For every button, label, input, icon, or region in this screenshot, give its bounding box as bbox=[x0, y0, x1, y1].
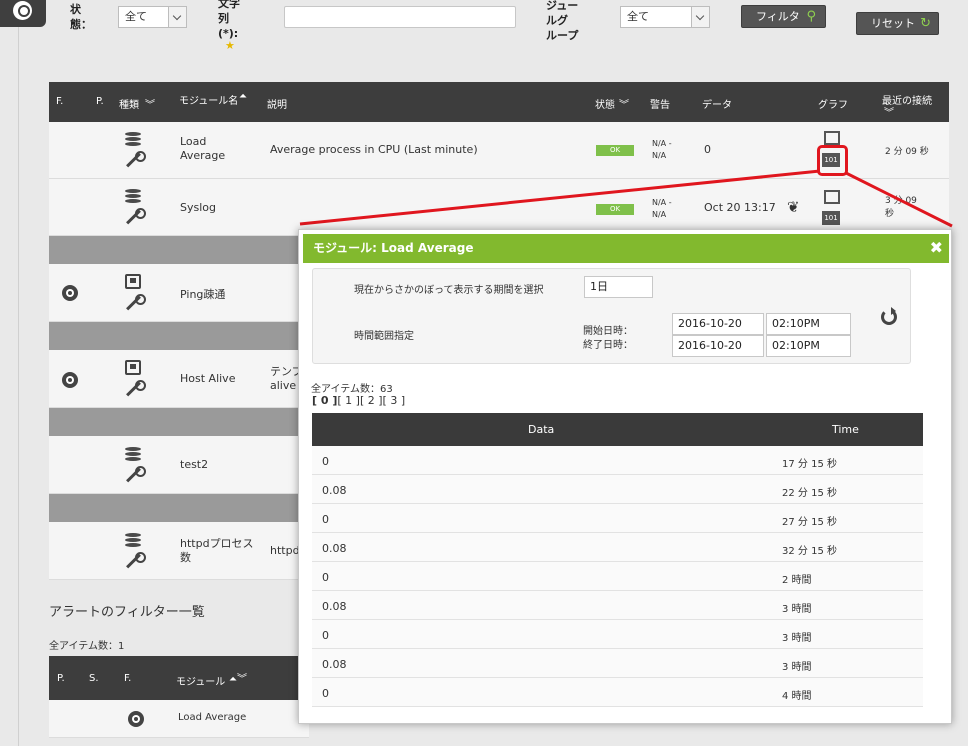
time-value: 2 時間 bbox=[782, 575, 812, 586]
data-value: 0 bbox=[322, 629, 329, 642]
time-value: 3 時間 bbox=[782, 662, 812, 673]
page-3[interactable]: [ 3 ] bbox=[383, 394, 406, 407]
time-value: 22 分 15 秒 bbox=[782, 488, 837, 499]
modal-title: モジュール: Load Average bbox=[313, 241, 474, 255]
total-items: 全アイテム数：63 bbox=[311, 384, 393, 395]
data-row: 0 17 分 15 秒 bbox=[312, 446, 923, 475]
end-label: 終了日時： bbox=[583, 340, 633, 351]
end-time-input[interactable]: 02:10PM bbox=[766, 335, 851, 357]
period-form: 現在からさかのぼって表示する期間を選択 1日 時間範囲指定 開始日時： 終了日時… bbox=[312, 268, 911, 364]
data-row: 0.08 3 時間 bbox=[312, 649, 923, 678]
data-value: 0 bbox=[322, 687, 329, 700]
data-table-header: Data Time bbox=[312, 413, 923, 446]
data-row: 0 4 時間 bbox=[312, 678, 923, 707]
callout-highlight bbox=[817, 145, 848, 176]
time-value: 27 分 15 秒 bbox=[782, 517, 837, 528]
start-time-input[interactable]: 02:10PM bbox=[766, 313, 851, 335]
module-data-modal: モジュール: Load Average ✖ 現在からさかのぼって表示する期間を選… bbox=[298, 229, 952, 724]
time-value: 17 分 15 秒 bbox=[782, 459, 837, 470]
end-date-input[interactable]: 2016-10-20 bbox=[672, 335, 764, 357]
time-value: 3 時間 bbox=[782, 604, 812, 615]
data-value: 0 bbox=[322, 455, 329, 468]
time-value: 32 分 15 秒 bbox=[782, 546, 837, 557]
modal-title-bar: モジュール: Load Average ✖ bbox=[303, 234, 949, 263]
page-1[interactable]: [ 1 ] bbox=[337, 394, 360, 407]
data-value: 0.08 bbox=[322, 542, 347, 555]
data-row: 0.08 22 分 15 秒 bbox=[312, 475, 923, 504]
period-label: 現在からさかのぼって表示する期間を選択 bbox=[354, 285, 544, 296]
data-row: 0.08 32 分 15 秒 bbox=[312, 533, 923, 562]
data-row: 0.08 3 時間 bbox=[312, 591, 923, 620]
time-value: 3 時間 bbox=[782, 633, 812, 644]
data-value: 0 bbox=[322, 571, 329, 584]
col-data: Data bbox=[528, 423, 555, 436]
data-value: 0.08 bbox=[322, 600, 347, 613]
page-0[interactable]: [ 0 ] bbox=[312, 394, 337, 407]
data-row: 0 3 時間 bbox=[312, 620, 923, 649]
data-row: 0 2 時間 bbox=[312, 562, 923, 591]
data-row: 0 27 分 15 秒 bbox=[312, 504, 923, 533]
range-label: 時間範囲指定 bbox=[354, 331, 414, 342]
pagination: [ 0 ][ 1 ][ 2 ][ 3 ] bbox=[312, 394, 405, 407]
close-icon[interactable]: ✖ bbox=[930, 239, 943, 257]
start-date-input[interactable]: 2016-10-20 bbox=[672, 313, 764, 335]
data-value: 0 bbox=[322, 513, 329, 526]
period-input[interactable]: 1日 bbox=[584, 276, 653, 298]
col-time: Time bbox=[832, 423, 859, 436]
data-value: 0.08 bbox=[322, 658, 347, 671]
data-value: 0.08 bbox=[322, 484, 347, 497]
time-value: 4 時間 bbox=[782, 691, 812, 702]
page-2[interactable]: [ 2 ] bbox=[360, 394, 383, 407]
start-label: 開始日時： bbox=[583, 326, 633, 337]
refresh-icon[interactable] bbox=[881, 307, 897, 325]
